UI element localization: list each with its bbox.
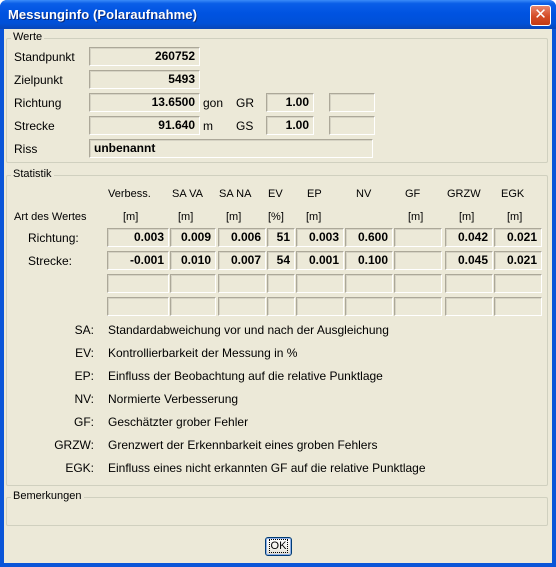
strecke-extra-field[interactable] (329, 116, 375, 135)
stat-cell-egk[interactable] (494, 297, 542, 316)
title-bar[interactable]: Messunginfo (Polaraufnahme) ✕ (0, 0, 556, 29)
riss-field[interactable]: unbenannt (89, 139, 373, 158)
unit-ev: [%] (268, 211, 284, 223)
legend-text: Normierte Verbesserung (108, 392, 239, 406)
stat-cell-nv[interactable]: 0.100 (345, 251, 393, 270)
stat-cell-gf[interactable] (394, 228, 442, 247)
stat-cell-egk[interactable] (494, 274, 542, 293)
zielpunkt-field[interactable]: 5493 (89, 70, 200, 89)
richtung-field[interactable]: 13.6500 (89, 93, 200, 112)
stat-cell-sa-na[interactable] (218, 274, 266, 293)
dialog-window: Messunginfo (Polaraufnahme) ✕ Werte Stan… (0, 0, 556, 567)
legend-key: EGK: (65, 461, 94, 475)
legend-text: Einfluss eines nicht erkannten GF auf di… (108, 461, 426, 475)
col-header-nv: NV (356, 188, 372, 200)
legend-text: Geschätzter grober Fehler (108, 415, 249, 429)
stat-cell-ev[interactable]: 51 (267, 228, 295, 247)
legend-key: EV: (75, 346, 94, 360)
strecke-field[interactable]: 91.640 (89, 116, 200, 135)
ok-button-label: OK (268, 539, 289, 553)
dialog-body: Werte Standpunkt 260752 Zielpunkt 5493 R… (4, 29, 552, 563)
stat-cell-egk[interactable]: 0.021 (494, 251, 542, 270)
stat-cell-gf[interactable] (394, 274, 442, 293)
unit-verbess: [m] (123, 211, 139, 223)
col-header-sa-va: SA VA (172, 188, 203, 200)
col-header-verbess: Verbess. (108, 188, 151, 200)
strecke-label: Strecke (14, 119, 55, 133)
stat-cell-ev[interactable] (267, 297, 295, 316)
stat-cell-ep[interactable]: 0.001 (296, 251, 344, 270)
unit-gf: [m] (408, 211, 424, 223)
riss-label: Riss (14, 142, 38, 156)
stat-cell-verbess[interactable]: -0.001 (107, 251, 169, 270)
stat-cell-sa-va[interactable] (170, 274, 216, 293)
row-label: Strecke: (28, 254, 73, 268)
stat-cell-verbess[interactable] (107, 274, 169, 293)
stat-cell-egk[interactable]: 0.021 (494, 228, 542, 247)
standpunkt-label: Standpunkt (14, 50, 75, 64)
legend-text: Einfluss der Beobachtung auf die relativ… (108, 369, 383, 383)
stat-cell-ep[interactable]: 0.003 (296, 228, 344, 247)
stat-cell-ev[interactable] (267, 274, 295, 293)
unit-egk: [m] (507, 211, 523, 223)
col-header-gf: GF (405, 188, 421, 200)
zielpunkt-label: Zielpunkt (14, 73, 63, 87)
stat-cell-ep[interactable] (296, 274, 344, 293)
gr-label: GR (236, 96, 254, 110)
legend-key: NV: (74, 392, 94, 406)
richtung-label: Richtung (14, 96, 62, 110)
stat-cell-nv[interactable] (345, 297, 393, 316)
stat-cell-nv[interactable] (345, 274, 393, 293)
richtung-extra-field[interactable] (329, 93, 375, 112)
stat-cell-ep[interactable] (296, 297, 344, 316)
richtung-unit: gon (203, 96, 224, 110)
window-title: Messunginfo (Polaraufnahme) (8, 7, 198, 22)
stat-cell-nv[interactable]: 0.600 (345, 228, 393, 247)
col-header-ep: EP (307, 188, 322, 200)
stat-cell-grzw[interactable] (445, 297, 493, 316)
col-header-ev: EV (268, 188, 283, 200)
legend-text: Kontrollierbarkeit der Messung in % (108, 346, 298, 360)
art-des-wertes-label: Art des Wertes (14, 211, 87, 223)
legend-key: GRZW: (54, 438, 94, 452)
stat-cell-sa-na[interactable]: 0.007 (218, 251, 266, 270)
stat-cell-sa-na[interactable]: 0.006 (218, 228, 266, 247)
legend-text: Grenzwert der Erkennbarkeit eines groben… (108, 438, 378, 452)
stat-cell-sa-va[interactable]: 0.009 (170, 228, 216, 247)
stat-cell-sa-va[interactable] (170, 297, 216, 316)
stat-cell-gf[interactable] (394, 251, 442, 270)
standpunkt-field[interactable]: 260752 (89, 47, 200, 66)
unit-sa-na: [m] (226, 211, 242, 223)
unit-grzw: [m] (459, 211, 475, 223)
stat-cell-verbess[interactable]: 0.003 (107, 228, 169, 247)
strecke-unit: m (203, 119, 213, 133)
stat-cell-grzw[interactable] (445, 274, 493, 293)
gs-label: GS (236, 119, 254, 133)
unit-ep: [m] (306, 211, 322, 223)
unit-sa-va: [m] (178, 211, 194, 223)
row-label: Richtung: (28, 231, 79, 245)
statistik-group-label: Statistik (11, 168, 54, 180)
legend-text: Standardabweichung vor und nach der Ausg… (108, 323, 389, 337)
col-header-egk: EGK (501, 188, 525, 200)
stat-cell-sa-va[interactable]: 0.010 (170, 251, 216, 270)
gr-field[interactable]: 1.00 (266, 93, 314, 112)
stat-cell-grzw[interactable]: 0.042 (445, 228, 493, 247)
stat-cell-verbess[interactable] (107, 297, 169, 316)
stat-cell-ev[interactable]: 54 (267, 251, 295, 270)
werte-group-label: Werte (11, 31, 45, 43)
gs-field[interactable]: 1.00 (266, 116, 314, 135)
stat-cell-grzw[interactable]: 0.045 (445, 251, 493, 270)
bemerkungen-group: Bemerkungen (6, 490, 548, 526)
legend-key: EP: (74, 369, 94, 383)
stat-cell-sa-na[interactable] (218, 297, 266, 316)
col-header-sa-na: SA NA (219, 188, 252, 200)
legend-key: GF: (74, 415, 94, 429)
legend-key: SA: (74, 323, 94, 337)
ok-button[interactable]: OK (265, 537, 292, 556)
close-button[interactable]: ✕ (530, 5, 551, 26)
col-header-grzw: GRZW (447, 188, 481, 200)
stat-cell-gf[interactable] (394, 297, 442, 316)
bemerkungen-group-label: Bemerkungen (11, 490, 84, 502)
